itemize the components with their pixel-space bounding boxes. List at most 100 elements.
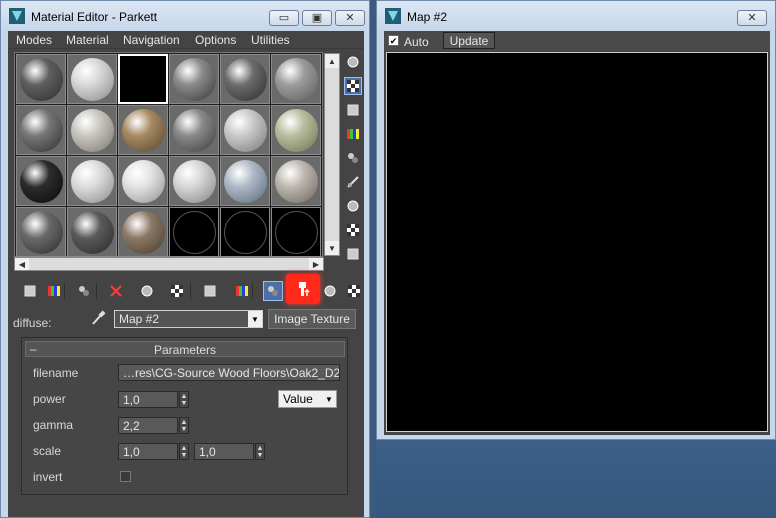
map-name-value: Map #2 bbox=[119, 312, 160, 326]
map-name-dropdown[interactable]: Map #2 ▼ bbox=[114, 310, 263, 328]
slot-horizontal-scrollbar[interactable]: ◀ ▶ bbox=[14, 257, 324, 271]
power-field[interactable]: 1,0 bbox=[118, 391, 178, 408]
sample-slot[interactable] bbox=[271, 54, 321, 104]
slot-vertical-scrollbar[interactable]: ▲ ▼ bbox=[324, 53, 340, 256]
material-sphere bbox=[20, 211, 63, 254]
select-by-material-icon[interactable] bbox=[344, 221, 362, 239]
material-options-icon[interactable] bbox=[344, 197, 362, 215]
get-material-icon[interactable] bbox=[20, 281, 40, 301]
filename-label: filename bbox=[33, 366, 79, 380]
sample-slot[interactable] bbox=[118, 54, 168, 104]
scroll-left-icon[interactable]: ◀ bbox=[15, 258, 29, 270]
sample-slot[interactable] bbox=[16, 156, 66, 206]
make-material-copy-icon[interactable] bbox=[137, 281, 157, 301]
sample-slot[interactable] bbox=[67, 156, 117, 206]
video-color-check-icon[interactable] bbox=[344, 149, 362, 167]
auto-checkbox[interactable]: ✔ bbox=[388, 35, 399, 46]
parameters-rollout-header[interactable]: – Parameters bbox=[25, 341, 345, 357]
menu-modes[interactable]: Modes bbox=[16, 33, 52, 47]
sample-slot[interactable] bbox=[67, 105, 117, 155]
gamma-field[interactable]: 2,2 bbox=[118, 417, 178, 434]
sample-slot[interactable] bbox=[220, 156, 270, 206]
go-to-parent-icon[interactable] bbox=[320, 281, 340, 301]
sample-type-sphere-icon[interactable] bbox=[344, 53, 362, 71]
sample-slot[interactable] bbox=[16, 54, 66, 104]
make-preview-icon[interactable] bbox=[344, 173, 362, 191]
map-window-title: Map #2 bbox=[407, 10, 448, 24]
material-map-navigator-icon[interactable] bbox=[344, 245, 362, 263]
sample-slot[interactable] bbox=[220, 207, 270, 257]
empty-slot-sphere bbox=[173, 211, 216, 254]
sample-slot[interactable] bbox=[118, 105, 168, 155]
material-id-channel-icon[interactable] bbox=[232, 281, 252, 301]
sample-slot[interactable] bbox=[220, 54, 270, 104]
menu-utilities[interactable]: Utilities bbox=[251, 33, 290, 47]
assign-material-to-selection-icon[interactable] bbox=[74, 281, 94, 301]
material-sphere bbox=[20, 160, 63, 203]
close-button[interactable]: ✕ bbox=[335, 10, 365, 26]
sample-slot[interactable] bbox=[271, 207, 321, 257]
sample-slot[interactable] bbox=[67, 207, 117, 257]
background-checker-icon[interactable] bbox=[344, 101, 362, 119]
scale-v-field[interactable]: 1,0 bbox=[194, 443, 254, 460]
menu-material[interactable]: Material bbox=[66, 33, 109, 47]
sample-slot[interactable] bbox=[220, 105, 270, 155]
material-sphere bbox=[275, 160, 318, 203]
sample-slot[interactable] bbox=[271, 156, 321, 206]
sample-slot[interactable] bbox=[271, 105, 321, 155]
eyedropper-icon[interactable] bbox=[90, 310, 106, 326]
sample-slot[interactable] bbox=[67, 54, 117, 104]
menu-options[interactable]: Options bbox=[195, 33, 236, 47]
scale-v-spinner[interactable]: ▲ ▼ bbox=[255, 443, 265, 460]
update-button[interactable]: Update bbox=[443, 32, 495, 49]
scale-u-spinner[interactable]: ▲ ▼ bbox=[179, 443, 189, 460]
show-shaded-material-in-viewport-icon[interactable] bbox=[263, 281, 283, 301]
material-sphere bbox=[20, 109, 63, 152]
sample-slot[interactable] bbox=[16, 207, 66, 257]
map-preview-window: Map #2 ✕ ✔ Auto Update bbox=[376, 0, 776, 440]
empty-slot-sphere bbox=[224, 211, 267, 254]
sample-slot[interactable] bbox=[118, 156, 168, 206]
sample-slot[interactable] bbox=[118, 207, 168, 257]
menu-navigation[interactable]: Navigation bbox=[123, 33, 180, 47]
window-title: Material Editor - Parkett bbox=[31, 10, 158, 24]
invert-checkbox[interactable] bbox=[120, 471, 131, 482]
sample-slot[interactable] bbox=[169, 156, 219, 206]
material-sphere bbox=[20, 58, 63, 101]
sample-slot[interactable] bbox=[169, 54, 219, 104]
gamma-spinner[interactable]: ▲ ▼ bbox=[179, 417, 189, 434]
minimize-button[interactable]: ▭ bbox=[269, 10, 299, 26]
show-end-result-icon[interactable] bbox=[286, 274, 320, 304]
material-editor-titlebar[interactable]: Material Editor - Parkett ▭ ▣ ✕ bbox=[1, 1, 369, 31]
sample-slot[interactable] bbox=[169, 105, 219, 155]
material-editor-client: Modes Material Navigation Options Utilit… bbox=[8, 31, 364, 517]
sample-slot[interactable] bbox=[169, 207, 219, 257]
restore-button[interactable]: ▣ bbox=[302, 10, 332, 26]
put-material-to-scene-icon[interactable] bbox=[44, 281, 64, 301]
scroll-up-icon[interactable]: ▲ bbox=[325, 54, 339, 68]
power-mode-dropdown[interactable]: Value ▼ bbox=[278, 390, 337, 408]
chevron-down-icon: ▼ bbox=[325, 394, 333, 404]
put-to-library-icon[interactable] bbox=[200, 281, 220, 301]
map-toolbar: ✔ Auto Update bbox=[384, 31, 770, 51]
scale-label: scale bbox=[33, 444, 62, 458]
map-window-close-button[interactable]: ✕ bbox=[737, 10, 767, 26]
sample-slot-grid bbox=[14, 52, 323, 257]
chevron-down-icon: ▼ bbox=[248, 311, 262, 327]
material-sphere bbox=[224, 160, 267, 203]
power-spinner[interactable]: ▲ ▼ bbox=[179, 391, 189, 408]
scroll-down-icon[interactable]: ▼ bbox=[325, 241, 339, 255]
scale-u-field[interactable]: 1,0 bbox=[118, 443, 178, 460]
scroll-right-icon[interactable]: ▶ bbox=[309, 258, 323, 270]
backlight-icon[interactable] bbox=[344, 77, 362, 95]
map-window-titlebar[interactable]: Map #2 ✕ bbox=[377, 1, 775, 31]
make-unique-icon[interactable] bbox=[167, 281, 187, 301]
go-forward-to-sibling-icon[interactable] bbox=[344, 281, 364, 301]
filename-field[interactable]: …res\CG-Source Wood Floors\Oak2_D2.jpg bbox=[118, 364, 340, 381]
sample-slot[interactable] bbox=[16, 105, 66, 155]
material-sphere bbox=[122, 109, 165, 152]
close-icon: ✕ bbox=[747, 11, 757, 24]
reset-map-icon[interactable] bbox=[106, 281, 126, 301]
sample-uv-tiling-icon[interactable] bbox=[344, 125, 362, 143]
map-type-button[interactable]: Image Texture bbox=[268, 309, 356, 329]
